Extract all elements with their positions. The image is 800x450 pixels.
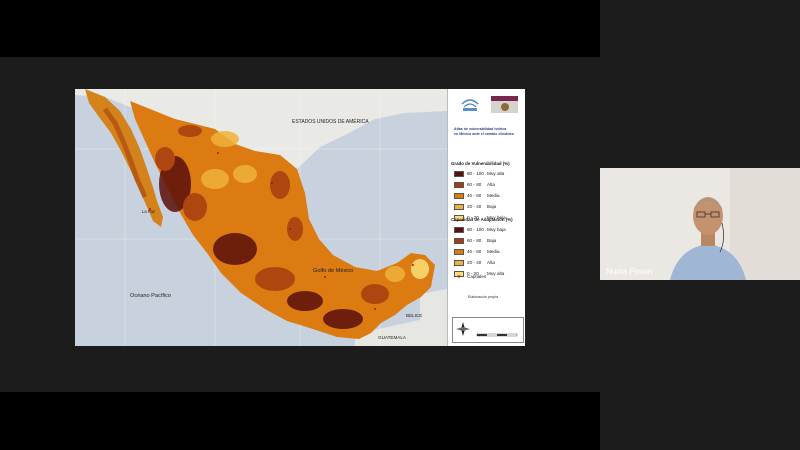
label-gulf: Golfo de México: [313, 268, 353, 274]
letterbox-top: [0, 0, 600, 57]
label-pacific: Océano Pacífico: [130, 293, 171, 299]
shared-screen-area: ESTADOS UNIDOS DE AMÉRICA Golfo de Méxic…: [0, 0, 600, 450]
label-guatemala: GUATEMALA: [378, 335, 407, 340]
north-arrow-scale-box: [452, 317, 524, 343]
letterbox-bottom: [0, 392, 600, 450]
vulnerability-range: 20 - 40: [467, 204, 482, 209]
adaptation-class-label: Muy baja: [487, 227, 506, 232]
adaptation-title: Capacidad de Adaptación (%): [451, 217, 513, 222]
participant-video-tile[interactable]: [600, 168, 800, 280]
adaptation-class-label: Media: [487, 249, 500, 254]
vulnerability-legend-item: 80 - 100 Muy alta: [454, 170, 504, 177]
adaptation-legend-item: 80 - 100 Muy baja: [454, 226, 506, 233]
adaptation-legend-item: 60 - 80 Baja: [454, 237, 496, 244]
label-usa: ESTADOS UNIDOS DE AMÉRICA: [292, 118, 369, 125]
semarnat-logo-icon: [491, 96, 518, 113]
participant-name-label: Numa Pavon: [606, 267, 653, 276]
adaptation-range: 60 - 80: [467, 238, 482, 243]
capitals-label: Capitales: [467, 274, 487, 279]
vulnerability-range: 40 - 60: [467, 193, 482, 198]
label-la-paz: La Paz: [142, 209, 155, 214]
vulnerability-swatch: [454, 192, 464, 199]
adaptation-class-label: Alta: [487, 260, 495, 265]
imta-logo-icon: [460, 96, 480, 114]
vulnerability-class-label: Media: [487, 193, 500, 198]
adaptation-range: 20 - 40: [467, 260, 482, 265]
vulnerability-title: Grado de Vulnerabilidad (%): [451, 161, 510, 166]
adaptation-swatch: [454, 248, 464, 255]
vulnerability-legend-item: 40 - 60 Media: [454, 192, 500, 199]
legend-capitals: ★ Capitales: [454, 273, 486, 280]
adaptation-swatch: [454, 237, 464, 244]
adaptation-swatch: [454, 226, 464, 233]
vulnerability-swatch: [454, 203, 464, 210]
adaptation-legend-item: 40 - 60 Media: [454, 248, 500, 255]
adaptation-range: 80 - 100: [467, 227, 484, 232]
adaptation-range: 40 - 60: [467, 249, 482, 254]
vulnerability-range: 80 - 100: [467, 171, 484, 176]
adaptation-class-label: Muy alta: [487, 271, 505, 276]
vulnerability-legend-item: 60 - 80 Alta: [454, 181, 495, 188]
vulnerability-swatch: [454, 181, 464, 188]
participant-avatar: [600, 168, 800, 280]
vulnerability-swatch: [454, 170, 464, 177]
credit-note: Elaboración propia: [468, 295, 498, 299]
vulnerability-range: 60 - 80: [467, 182, 482, 187]
capital-star-icon: ★: [456, 273, 462, 280]
presentation-slide: ESTADOS UNIDOS DE AMÉRICA Golfo de Méxic…: [75, 89, 525, 346]
adaptation-legend-item: 20 - 40 Alta: [454, 259, 495, 266]
vulnerability-legend-item: 20 - 40 Baja: [454, 203, 496, 210]
vulnerability-class-label: Muy alta: [487, 171, 505, 176]
vulnerability-map: ESTADOS UNIDOS DE AMÉRICA Golfo de Méxic…: [75, 89, 447, 346]
adaptation-class-label: Baja: [487, 238, 497, 243]
map-legend: Atlas de vulnerabilidad hídrica en Méxic…: [447, 89, 525, 346]
legend-header-line1: Atlas de vulnerabilidad hídrica: [454, 127, 507, 131]
legend-header-line2: en México ante el cambio climático: [454, 132, 514, 136]
adaptation-swatch: [454, 259, 464, 266]
vulnerability-class-label: Baja: [487, 204, 497, 209]
label-belize: BELICE: [406, 313, 422, 318]
vulnerability-class-label: Alta: [487, 182, 495, 187]
